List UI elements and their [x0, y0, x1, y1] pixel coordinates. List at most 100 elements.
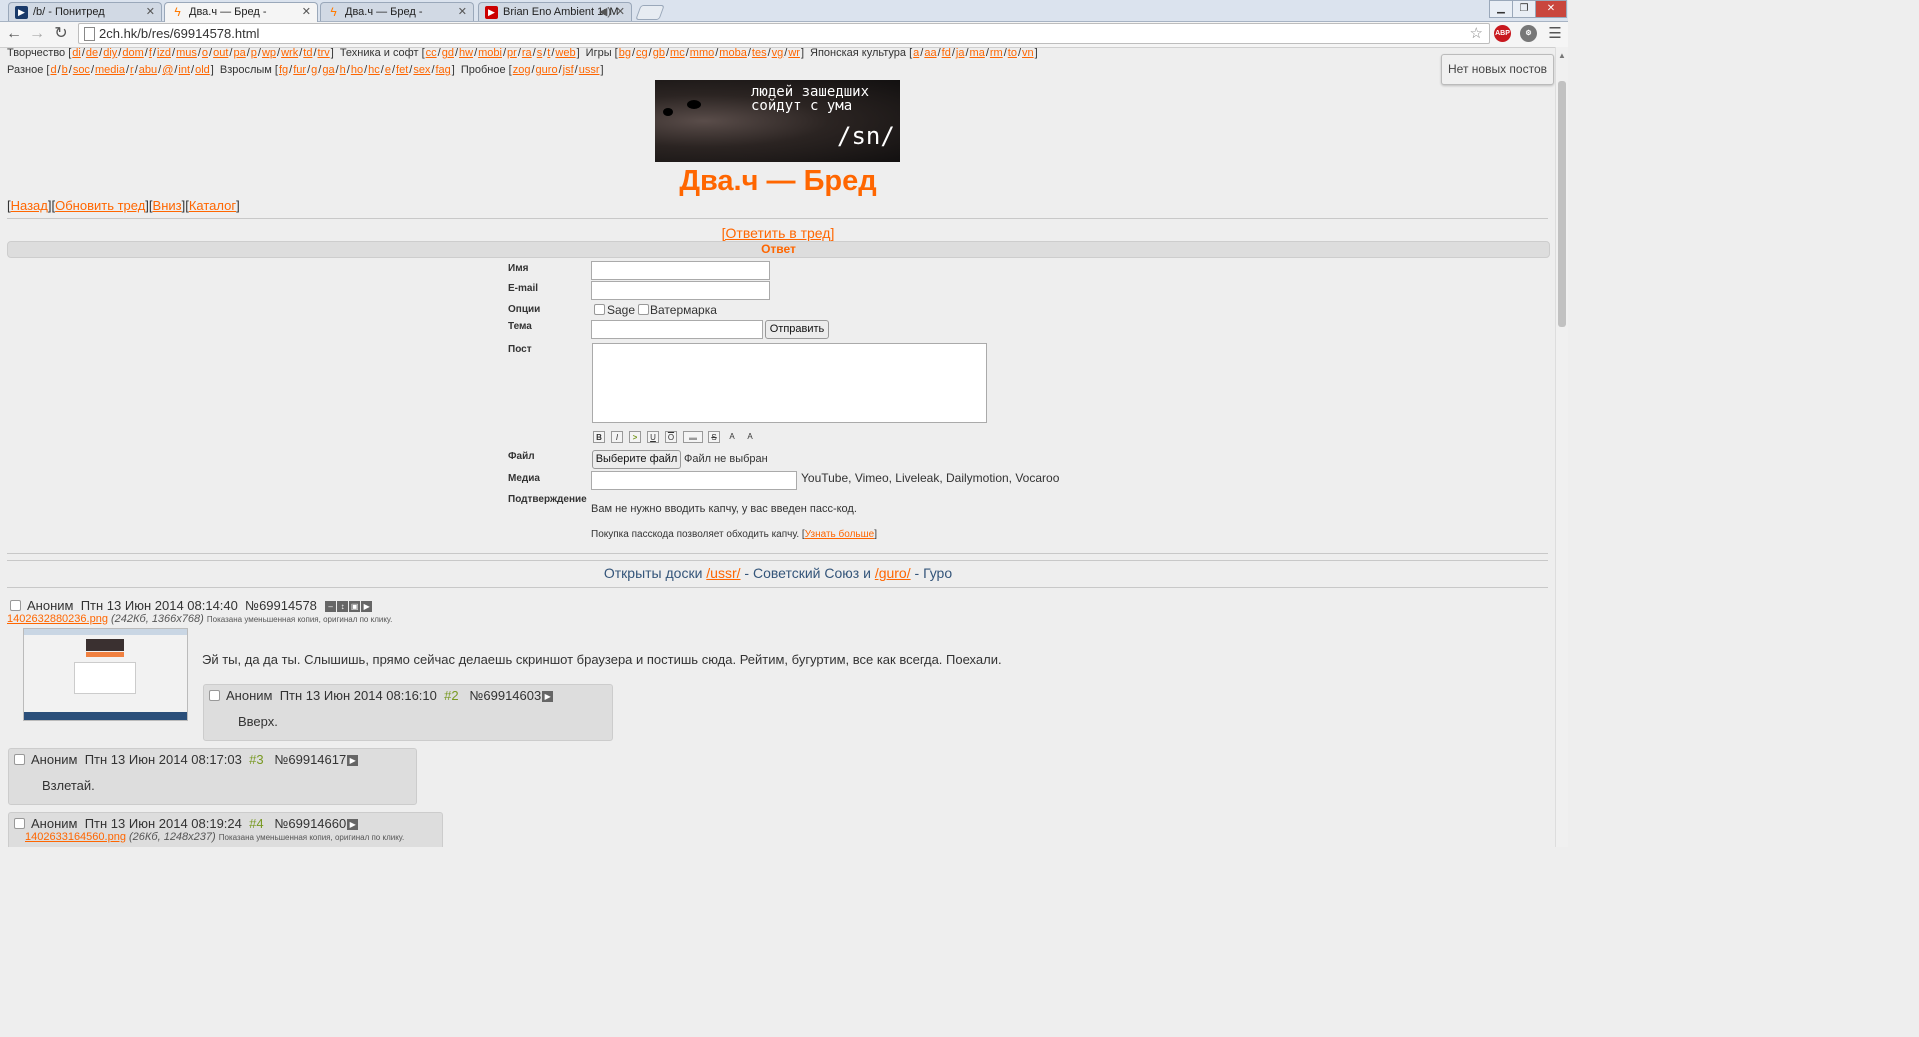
board-link[interactable]: p: [251, 47, 257, 59]
board-link[interactable]: int: [178, 64, 190, 76]
board-link[interactable]: e: [385, 64, 391, 76]
reply-form-header[interactable]: Ответ: [7, 241, 1550, 258]
board-link[interactable]: mobi: [478, 47, 502, 59]
post-id[interactable]: №69914617: [274, 752, 346, 767]
minimize-icon[interactable]: ▁: [1489, 0, 1513, 18]
board-link[interactable]: sex: [413, 64, 430, 76]
post-id[interactable]: №69914660: [274, 816, 346, 831]
email-input[interactable]: [591, 281, 770, 300]
learn-more-link[interactable]: Узнать больше: [805, 529, 875, 540]
scroll-up-icon[interactable]: ▲: [1558, 51, 1566, 60]
board-link[interactable]: web: [555, 47, 575, 59]
board-link[interactable]: g: [311, 64, 317, 76]
subject-input[interactable]: [591, 320, 763, 339]
board-link[interactable]: ga: [322, 64, 334, 76]
board-link[interactable]: mmo: [690, 47, 714, 59]
board-link[interactable]: dom: [122, 47, 143, 59]
board-link[interactable]: ma: [970, 47, 985, 59]
board-link[interactable]: fd: [942, 47, 951, 59]
hide-thread-icon[interactable]: –: [325, 601, 337, 613]
board-link[interactable]: r: [130, 64, 134, 76]
reply-arrow-icon[interactable]: ▶: [347, 819, 359, 831]
board-link[interactable]: cc: [426, 47, 437, 59]
board-link[interactable]: ra: [522, 47, 532, 59]
adblock-plus-icon[interactable]: ABP: [1494, 25, 1511, 42]
board-link[interactable]: bg: [619, 47, 631, 59]
board-link[interactable]: izd: [157, 47, 171, 59]
extension-gear-icon[interactable]: ⚙: [1520, 25, 1537, 42]
post-select-checkbox[interactable]: [14, 818, 25, 829]
board-link[interactable]: ja: [956, 47, 965, 59]
board-link[interactable]: wrk: [281, 47, 298, 59]
browser-tab-1[interactable]: ▶ /b/ - Понитред ✕: [8, 2, 162, 21]
close-tab-icon[interactable]: ✕: [616, 3, 625, 21]
bookmark-star-icon[interactable]: ☆: [1470, 24, 1483, 43]
reply-arrow-icon[interactable]: ▶: [542, 691, 554, 703]
board-link[interactable]: fg: [279, 64, 288, 76]
close-window-icon[interactable]: ✕: [1535, 0, 1567, 18]
forward-arrow-icon[interactable]: →: [27, 24, 47, 44]
strike-button[interactable]: S: [708, 431, 720, 443]
post-select-checkbox[interactable]: [209, 690, 220, 701]
board-link[interactable]: fet: [396, 64, 408, 76]
board-link[interactable]: out: [213, 47, 228, 59]
board-link[interactable]: d: [50, 64, 56, 76]
board-link[interactable]: soc: [73, 64, 90, 76]
board-link[interactable]: hc: [368, 64, 380, 76]
board-link[interactable]: cg: [636, 47, 648, 59]
board-link[interactable]: fur: [293, 64, 306, 76]
choose-file-button[interactable]: Выберите файл: [592, 450, 681, 469]
board-link[interactable]: gb: [653, 47, 665, 59]
board-link[interactable]: wp: [262, 47, 276, 59]
post-select-checkbox[interactable]: [14, 754, 25, 765]
board-link[interactable]: vg: [772, 47, 784, 59]
nav-catalog-link[interactable]: Каталог: [189, 198, 236, 213]
underline-button[interactable]: U: [647, 431, 659, 443]
browser-tab-2[interactable]: ϟ Два.ч — Бред - ✕: [164, 2, 318, 22]
post-select-checkbox[interactable]: [10, 600, 21, 611]
quote-button[interactable]: >: [629, 431, 641, 443]
post-id[interactable]: №69914578: [245, 598, 317, 613]
board-link[interactable]: h: [340, 64, 346, 76]
reply-arrow-icon[interactable]: ▶: [361, 601, 373, 613]
nav-refresh-link[interactable]: Обновить тред: [55, 198, 145, 213]
close-tab-icon[interactable]: ✕: [458, 3, 467, 21]
close-tab-icon[interactable]: ✕: [146, 3, 155, 21]
board-link[interactable]: moba: [719, 47, 747, 59]
sage-checkbox[interactable]: [594, 304, 605, 315]
board-link[interactable]: tes: [752, 47, 767, 59]
new-posts-button[interactable]: Нет новых постов: [1441, 54, 1554, 85]
board-link[interactable]: s: [537, 47, 543, 59]
post-textarea[interactable]: [592, 343, 987, 423]
menu-icon[interactable]: ☰: [1545, 24, 1565, 44]
board-link[interactable]: f: [149, 47, 152, 59]
subscript-button[interactable]: A: [744, 431, 756, 443]
board-link[interactable]: @: [162, 64, 173, 76]
board-link[interactable]: guro: [536, 64, 558, 76]
scrollbar-thumb[interactable]: [1558, 81, 1566, 327]
italic-button[interactable]: I: [611, 431, 623, 443]
board-link[interactable]: aa: [924, 47, 936, 59]
board-banner-image[interactable]: людей зашедших сойдут с ума /sn/: [655, 80, 900, 162]
overline-button[interactable]: O: [665, 431, 677, 443]
superscript-button[interactable]: A: [726, 431, 738, 443]
board-link[interactable]: ho: [351, 64, 363, 76]
board-link[interactable]: ussr: [579, 64, 600, 76]
board-link[interactable]: mus: [176, 47, 197, 59]
restore-icon[interactable]: ❐: [1512, 0, 1536, 18]
board-link[interactable]: a: [913, 47, 919, 59]
address-bar[interactable]: 2ch.hk/b/res/69914578.html ☆: [78, 23, 1490, 44]
board-link[interactable]: b: [62, 64, 68, 76]
close-tab-icon[interactable]: ✕: [302, 3, 311, 21]
board-link[interactable]: pa: [233, 47, 245, 59]
op-thumbnail-image[interactable]: [23, 628, 188, 721]
reply-arrow-icon[interactable]: ▶: [347, 755, 359, 767]
favorite-thread-icon[interactable]: ▣: [349, 601, 361, 613]
reply-in-thread-link[interactable]: [Ответить в тред]: [722, 225, 835, 241]
post-id[interactable]: №69914603: [469, 688, 541, 703]
ussr-board-link[interactable]: /ussr/: [706, 565, 740, 581]
board-link[interactable]: di: [72, 47, 81, 59]
board-link[interactable]: rm: [990, 47, 1003, 59]
board-link[interactable]: to: [1008, 47, 1017, 59]
nav-back-link[interactable]: Назад: [11, 198, 48, 213]
